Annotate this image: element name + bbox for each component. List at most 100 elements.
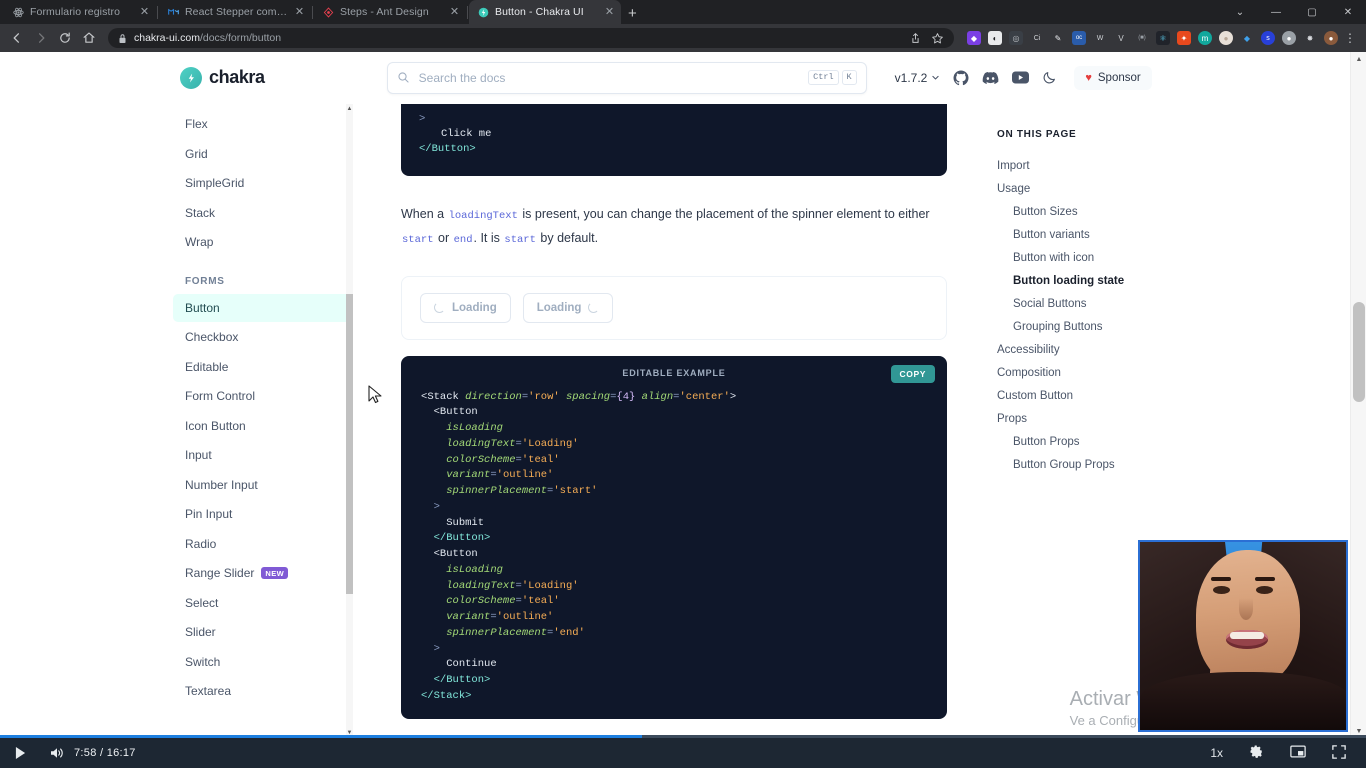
maximize-button[interactable]: ▢ [1294,0,1330,24]
sidebar-item-number-input[interactable]: Number Input [173,471,353,499]
sidebar-item-button[interactable]: Button [173,293,353,322]
sidebar-item-stack[interactable]: Stack [173,199,353,227]
page-scrollbar[interactable]: ▲ ▼ [1350,52,1366,738]
profile-avatar[interactable]: ● [1324,31,1338,45]
toc-item-button-loading-state[interactable]: Button loading state [997,269,1207,292]
ext-blue-s-icon[interactable]: s [1261,31,1275,45]
browser-tab-0[interactable]: Formulario registro ✕ [4,0,156,24]
toc-item-accessibility[interactable]: Accessibility [997,338,1207,361]
playback-speed-button[interactable]: 1x [1210,746,1223,760]
sidebar-item-input[interactable]: Input [173,441,353,469]
moon-icon[interactable] [1042,70,1057,85]
toc-item-button-props[interactable]: Button Props [997,430,1207,453]
toc-item-composition[interactable]: Composition [997,361,1207,384]
ext-pen-icon[interactable]: ✎ [1051,31,1065,45]
tab-close-icon[interactable]: ✕ [449,6,460,18]
sidebar-item-editable[interactable]: Editable [173,353,353,381]
loading-button-spinner-end[interactable]: Loading [522,292,614,323]
sidebar-item-form-control[interactable]: Form Control [173,382,353,410]
sidebar-scrollbar[interactable]: ▲ ▼ [346,104,353,738]
toc-item-props[interactable]: Props [997,407,1207,430]
close-window-button[interactable]: ✕ [1330,0,1366,24]
sidebar-item-range-slider[interactable]: Range Slider NEW [173,559,353,587]
ext-teal-m-icon[interactable]: m [1198,31,1212,45]
editable-code-area[interactable]: <Stack direction='row' spacing={4} align… [401,386,947,705]
gear-icon[interactable] [1249,744,1264,762]
browser-toolbar: chakra-ui.com/docs/form/button ◆ ◐ ◎ Ci … [0,24,1366,52]
minimize-button[interactable]: — [1258,0,1294,24]
reload-button[interactable] [54,27,76,49]
ext-w-icon[interactable]: W [1093,31,1107,45]
ext-oc-icon[interactable]: oc [1072,31,1086,45]
ext-orange-icon[interactable]: ✦ [1177,31,1191,45]
ext-bracket-icon[interactable]: (■) [1135,31,1149,45]
toc-item-grouping-buttons[interactable]: Grouping Buttons [997,315,1207,338]
discord-icon[interactable] [982,71,999,85]
sidebar-item-checkbox[interactable]: Checkbox [173,323,353,351]
sidebar-scroll-thumb[interactable] [346,294,353,594]
sidebar-item-radio[interactable]: Radio [173,530,353,558]
play-button[interactable] [0,747,40,759]
ext-react-icon[interactable]: ⚛ [1156,31,1170,45]
toc-item-button-sizes[interactable]: Button Sizes [997,200,1207,223]
browser-menu-icon[interactable]: ⋮ [1340,31,1360,45]
toc-item-button-variants[interactable]: Button variants [997,223,1207,246]
sidebar-item-simplegrid[interactable]: SimpleGrid [173,169,353,197]
browser-tab-3[interactable]: Button - Chakra UI ✕ [469,0,621,24]
forward-button[interactable] [30,27,52,49]
sidebar-item-flex[interactable]: Flex [173,110,353,138]
tab-close-icon[interactable]: ✕ [604,6,615,18]
ext-puzzle-icon[interactable]: ✸ [1303,31,1317,45]
new-tab-button[interactable]: + [628,6,637,21]
sidebar-item-textarea[interactable]: Textarea [173,677,353,705]
toc-item-import[interactable]: Import [997,154,1207,177]
loading-button-spinner-start[interactable]: Loading [420,292,511,323]
github-icon[interactable] [953,70,969,86]
picture-in-picture-icon[interactable] [1290,745,1306,761]
home-button[interactable] [78,27,100,49]
ext-gray-target-icon[interactable]: ◎ [1009,31,1023,45]
sidebar-item-pin-input[interactable]: Pin Input [173,500,353,528]
ext-purple-diamond-icon[interactable]: ◆ [967,31,981,45]
brand-logo[interactable]: chakra [180,66,265,89]
ext-gray-blob-icon[interactable]: ● [1282,31,1296,45]
ext-dark-circle-icon[interactable]: ◐ [988,31,1002,45]
youtube-icon[interactable] [1012,71,1030,84]
ext-capsule-icon[interactable]: ● [1219,31,1233,45]
tab-close-icon[interactable]: ✕ [294,6,305,18]
inline-code-start-2: start [504,234,536,247]
chevron-down-icon[interactable]: ⌄ [1222,0,1258,24]
version-select[interactable]: v1.7.2 [895,71,941,85]
browser-tab-2[interactable]: Steps - Ant Design ✕ [314,0,466,24]
browser-tab-1[interactable]: React Stepper component - MUI ✕ [159,0,311,24]
sidebar-item-slider[interactable]: Slider [173,618,353,646]
share-icon[interactable] [909,32,922,45]
toc-item-button-with-icon[interactable]: Button with icon [997,246,1207,269]
sidebar-item-switch[interactable]: Switch [173,648,353,676]
back-button[interactable] [6,27,28,49]
sidebar-item-icon-button[interactable]: Icon Button [173,412,353,440]
tab-close-icon[interactable]: ✕ [139,6,150,18]
ext-ci-icon[interactable]: Ci [1030,31,1044,45]
toc-item-button-group-props[interactable]: Button Group Props [997,453,1207,476]
toc-item-custom-button[interactable]: Custom Button [997,384,1207,407]
toc-item-social-buttons[interactable]: Social Buttons [997,292,1207,315]
ext-v-icon[interactable]: V [1114,31,1128,45]
video-progress-bar[interactable] [0,735,1366,738]
sidebar-item-grid[interactable]: Grid [173,140,353,168]
fullscreen-icon[interactable] [1332,744,1346,762]
scroll-up-arrow-icon[interactable]: ▲ [346,104,353,114]
sidebar-item-select[interactable]: Select [173,589,353,617]
toc-item-usage[interactable]: Usage [997,177,1207,200]
sidebar-item-wrap[interactable]: Wrap [173,228,353,256]
page-scroll-thumb[interactable] [1353,302,1365,402]
sponsor-button[interactable]: ♥ Sponsor [1074,65,1152,90]
volume-button[interactable] [40,747,74,759]
ext-diamond-blue-icon[interactable]: ◆ [1240,31,1254,45]
page-scroll-up-icon[interactable]: ▲ [1351,52,1366,66]
copy-button[interactable]: COPY [890,364,935,383]
address-bar[interactable]: chakra-ui.com/docs/form/button [108,28,954,48]
star-icon[interactable] [931,32,944,45]
search-input[interactable]: Search the docs Ctrl K [386,61,867,94]
